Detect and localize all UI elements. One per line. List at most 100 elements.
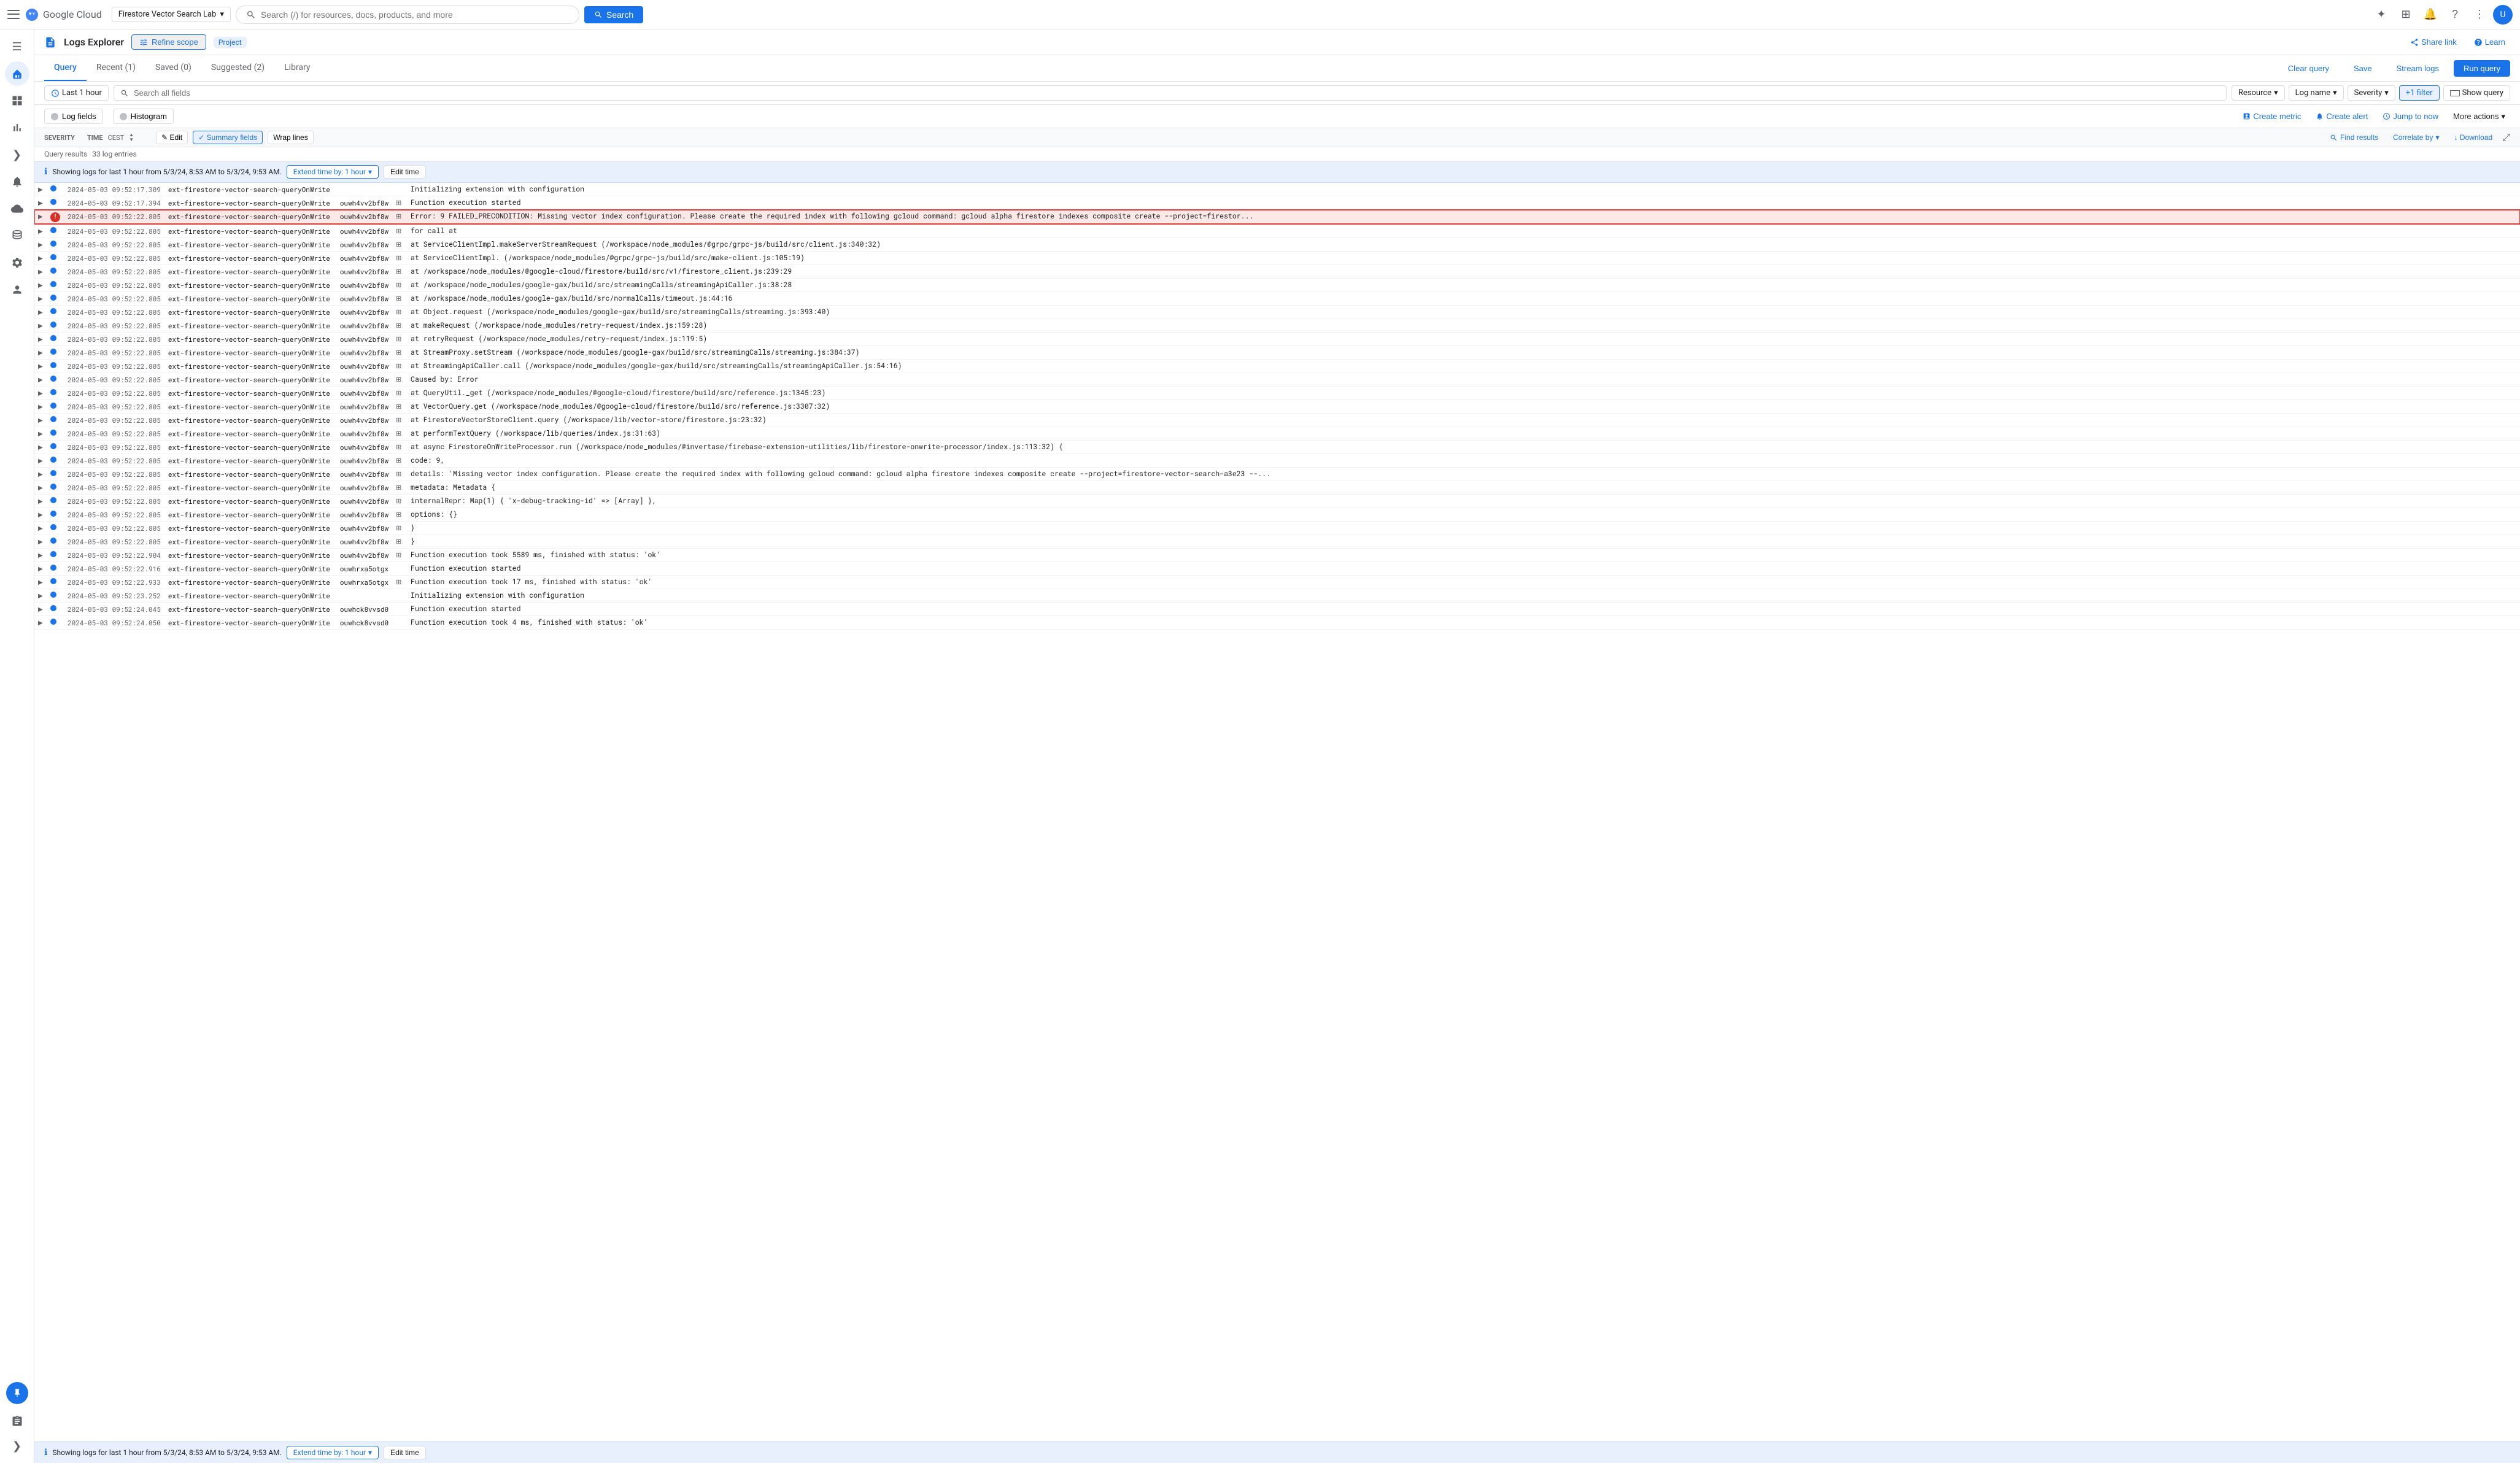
expand-arrow[interactable]: ▶ — [38, 539, 43, 546]
json-expand-icon[interactable]: ⊞ — [396, 538, 401, 546]
expand-arrow[interactable]: ▶ — [38, 309, 43, 316]
create-metric-button[interactable]: Create metric — [2238, 109, 2306, 123]
stream-logs-button[interactable]: Stream logs — [2387, 60, 2449, 77]
sidebar-clipboard-icon[interactable] — [5, 1409, 29, 1434]
expand-arrow[interactable]: ▶ — [38, 363, 43, 370]
expand-arrow[interactable]: ▶ — [38, 336, 43, 343]
download-button[interactable]: ↓ Download — [2449, 131, 2497, 144]
json-expand-icon[interactable]: ⊞ — [396, 308, 401, 316]
expand-arrow[interactable]: ▶ — [38, 566, 43, 573]
expand-arrow[interactable]: ▶ — [38, 579, 43, 586]
json-expand-icon[interactable]: ⊞ — [396, 212, 401, 220]
search-all-fields-input[interactable] — [134, 88, 2220, 98]
expand-arrow[interactable]: ▶ — [38, 485, 43, 492]
expand-arrow[interactable]: ▶ — [38, 187, 43, 193]
json-expand-icon[interactable]: ⊞ — [396, 430, 401, 438]
json-expand-icon[interactable]: ⊞ — [396, 281, 401, 289]
tab-suggested[interactable]: Suggested (2) — [201, 55, 274, 81]
bottom-extend-time-button[interactable]: Extend time by: 1 hour ▾ — [287, 1446, 379, 1459]
expand-arrow[interactable]: ▶ — [38, 444, 43, 451]
log-table-container[interactable]: ▶2024-05-03 09:52:17.309ext-firestore-ve… — [34, 183, 2520, 1442]
severity-filter[interactable]: Severity ▾ — [2348, 85, 2395, 101]
json-expand-icon[interactable]: ⊞ — [396, 511, 401, 519]
notifications-icon-btn[interactable]: 🔔 — [2419, 4, 2441, 26]
clear-query-button[interactable]: Clear query — [2278, 60, 2339, 77]
expand-arrow[interactable]: ▶ — [38, 552, 43, 559]
create-alert-button[interactable]: Create alert — [2311, 109, 2373, 123]
expand-arrow[interactable]: ▶ — [38, 404, 43, 411]
json-expand-icon[interactable]: ⊞ — [396, 241, 401, 249]
expand-arrow[interactable]: ▶ — [38, 606, 43, 613]
json-expand-icon[interactable]: ⊞ — [396, 199, 401, 207]
tab-library[interactable]: Library — [274, 55, 320, 81]
sidebar-cloud-icon[interactable] — [5, 196, 29, 221]
more-vert-icon-btn[interactable]: ⋮ — [2468, 4, 2491, 26]
time-selector[interactable]: Last 1 hour — [44, 85, 109, 101]
sidebar-menu-icon[interactable]: ☰ — [5, 34, 29, 59]
sidebar-chart-icon[interactable] — [5, 115, 29, 140]
expand-arrow[interactable]: ▶ — [38, 214, 43, 220]
json-expand-icon[interactable]: ⊞ — [396, 470, 401, 478]
expand-arrow[interactable]: ▶ — [38, 620, 43, 627]
expand-arrow[interactable]: ▶ — [38, 471, 43, 478]
summary-fields-button[interactable]: ✓ Summary fields — [193, 131, 263, 144]
tab-query[interactable]: Query — [44, 55, 87, 81]
wrap-lines-button[interactable]: Wrap lines — [268, 131, 313, 144]
json-expand-icon[interactable]: ⊞ — [396, 254, 401, 262]
expand-arrow[interactable]: ▶ — [38, 498, 43, 505]
expand-arrow[interactable]: ▶ — [38, 417, 43, 424]
json-expand-icon[interactable]: ⊞ — [396, 349, 401, 357]
sidebar-grid-icon[interactable] — [5, 88, 29, 113]
json-expand-icon[interactable]: ⊞ — [396, 362, 401, 370]
log-fields-button[interactable]: Log fields — [44, 109, 103, 124]
json-expand-icon[interactable]: ⊞ — [396, 295, 401, 303]
sidebar-db-icon[interactable] — [5, 223, 29, 248]
user-avatar[interactable]: U — [2493, 5, 2513, 25]
correlate-by-button[interactable]: Correlate by ▾ — [2388, 131, 2444, 144]
json-expand-icon[interactable]: ⊞ — [396, 457, 401, 465]
logname-filter[interactable]: Log name ▾ — [2289, 85, 2344, 101]
expand-arrow[interactable]: ▶ — [38, 228, 43, 235]
expand-arrow[interactable]: ▶ — [38, 242, 43, 249]
expand-arrow[interactable]: ▶ — [38, 525, 43, 532]
json-expand-icon[interactable]: ⊞ — [396, 227, 401, 235]
expand-arrow[interactable]: ▶ — [38, 458, 43, 465]
expand-arrow[interactable]: ▶ — [38, 377, 43, 384]
show-query-button[interactable]: Show query — [2443, 85, 2510, 101]
tab-recent[interactable]: Recent (1) — [87, 55, 145, 81]
json-expand-icon[interactable]: ⊞ — [396, 376, 401, 384]
global-search-input[interactable] — [261, 10, 569, 20]
json-expand-icon[interactable]: ⊞ — [396, 403, 401, 411]
json-expand-icon[interactable]: ⊞ — [396, 484, 401, 492]
json-expand-icon[interactable]: ⊞ — [396, 497, 401, 505]
sidebar-expand-icon[interactable]: ❯ — [5, 1434, 29, 1458]
project-selector[interactable]: Firestore Vector Search Lab ▾ — [112, 7, 231, 22]
extend-time-button[interactable]: Extend time by: 1 hour ▾ — [287, 165, 379, 179]
edit-time-button[interactable]: Edit time — [384, 165, 426, 179]
expand-arrow[interactable]: ▶ — [38, 431, 43, 438]
summary-edit-button[interactable]: ✎ Edit — [156, 131, 188, 144]
expand-arrow[interactable]: ▶ — [38, 269, 43, 276]
find-results-button[interactable]: Find results — [2325, 131, 2383, 144]
more-actions-button[interactable]: More actions ▾ — [2448, 109, 2510, 124]
json-expand-icon[interactable]: ⊞ — [396, 578, 401, 586]
json-expand-icon[interactable]: ⊞ — [396, 335, 401, 343]
share-link-button[interactable]: Share link — [2405, 35, 2462, 49]
hamburger-menu[interactable] — [7, 9, 20, 21]
histogram-button[interactable]: Histogram — [113, 109, 174, 124]
run-query-button[interactable]: Run query — [2454, 60, 2510, 77]
refine-scope-button[interactable]: Refine scope — [131, 34, 206, 50]
jump-to-now-button[interactable]: Jump to now — [2378, 109, 2443, 123]
expand-icon[interactable]: ⤢ — [2502, 131, 2510, 144]
json-expand-icon[interactable]: ⊞ — [396, 389, 401, 397]
sidebar-settings-icon[interactable] — [5, 250, 29, 275]
plus-filter[interactable]: +1 filter — [2399, 85, 2440, 101]
expand-arrow[interactable]: ▶ — [38, 390, 43, 397]
save-button[interactable]: Save — [2344, 60, 2382, 77]
json-expand-icon[interactable]: ⊞ — [396, 322, 401, 330]
sidebar-arrow-icon[interactable]: ❯ — [5, 142, 29, 167]
expand-arrow[interactable]: ▶ — [38, 350, 43, 357]
json-expand-icon[interactable]: ⊞ — [396, 268, 401, 276]
help-icon-btn[interactable]: ? — [2444, 4, 2466, 26]
expand-arrow[interactable]: ▶ — [38, 282, 43, 289]
